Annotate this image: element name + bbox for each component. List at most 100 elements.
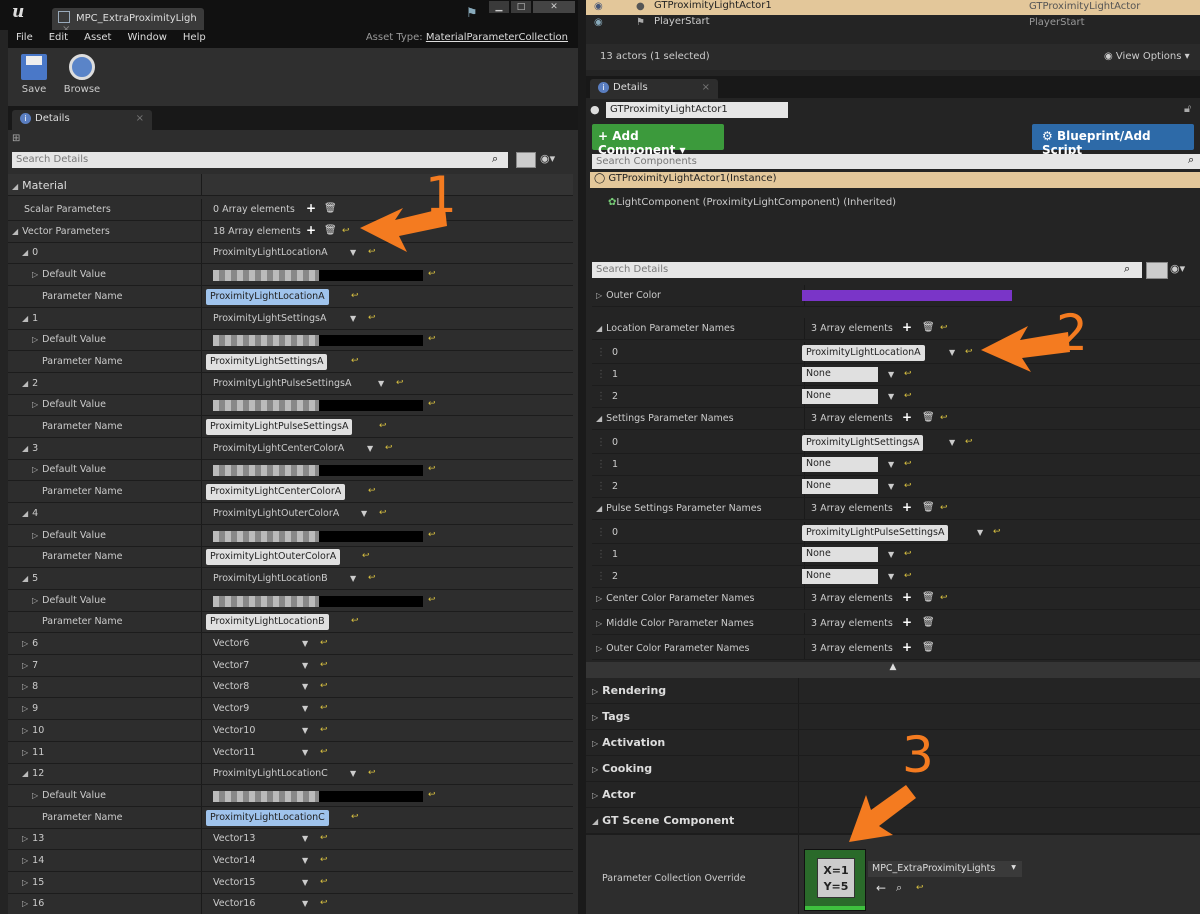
expand-arrow-icon[interactable]: ▷ [32,531,38,540]
drag-handle-icon[interactable]: ⋮ [596,571,606,582]
chevron-down-icon[interactable]: ▼ [949,348,955,357]
add-element-icon[interactable]: + [902,410,912,424]
vector-element-row[interactable]: ◢ 1 ProximityLightSettingsA ▼ ↩ [8,307,573,330]
chevron-down-icon[interactable]: ▼ [302,878,308,887]
chevron-down-icon[interactable]: ▼ [302,899,308,908]
collapse-arrow-icon[interactable]: ◢ [12,227,18,236]
color-swatch[interactable] [213,465,423,477]
vector-element-row[interactable]: ◢ 4 ProximityLightOuterColorA ▼ ↩ [8,502,573,525]
parameter-name-select[interactable]: None [802,389,878,404]
expand-arrow-icon[interactable]: ▷ [22,834,28,843]
trash-icon[interactable]: 🗑︎ [922,412,935,423]
parameter-name-input[interactable]: ProximityLightCenterColorA [206,484,346,501]
view-options-button[interactable]: ◉ View Options ▾ [1104,51,1190,62]
outer-color-parameter-names-row[interactable]: ▷ Outer Color Parameter Names 3 Array elem… [592,638,1200,660]
outliner-row-selected[interactable]: ◉ ● GTProximityLightActor1 GTProximityLi… [586,0,1200,15]
default-value-row[interactable]: ▷ Default Value ↩ [8,394,573,417]
expand-arrow-icon[interactable]: ▷ [596,619,602,628]
vector-element-row[interactable]: ◢ 0 ProximityLightLocationA ▼ ↩ [8,242,573,265]
collapse-arrow-icon[interactable]: ◢ [22,314,28,323]
parameter-name-select[interactable]: ProximityLightPulseSettingsA [802,525,949,541]
collapse-arrow-icon[interactable]: ◢ [592,817,598,826]
reset-to-default-icon[interactable]: ↩ [320,681,328,691]
vector-element-row[interactable]: ◢ 12 ProximityLightLocationC ▼ ↩ [8,763,573,786]
chevron-down-icon[interactable]: ▼ [977,528,983,537]
details-tab[interactable]: i Details × [12,110,152,130]
chevron-down-icon[interactable]: ▼ [361,509,367,518]
reset-to-default-icon[interactable]: ↩ [368,313,376,323]
add-element-icon[interactable]: + [902,615,912,629]
pulse-settings-parameter-names-row[interactable]: ◢ Pulse Settings Parameter Names 3 Array e… [592,498,1200,520]
add-element-icon[interactable]: + [306,223,316,237]
drag-handle-icon[interactable]: ⋮ [596,527,606,538]
collapse-arrow-icon[interactable]: ◢ [596,504,602,513]
reset-to-default-icon[interactable]: ↩ [320,877,328,887]
reset-to-default-icon[interactable]: ↩ [351,812,359,822]
details-tab[interactable]: i Details × [590,79,718,99]
reset-to-default-icon[interactable]: ↩ [351,356,359,366]
reset-to-default-icon[interactable]: ↩ [320,703,328,713]
add-element-icon[interactable]: + [902,640,912,654]
parameter-name-select[interactable]: None [802,569,878,584]
reset-to-default-icon[interactable]: ↩ [428,269,436,279]
expand-arrow-icon[interactable]: ▷ [32,465,38,474]
collapse-arrow-icon[interactable]: ◢ [22,248,28,257]
category-tags[interactable]: ▷ Tags [586,704,1200,730]
light-component-item[interactable]: ✿LightComponent (ProximityLightComponent… [608,197,896,208]
expand-arrow-icon[interactable]: ▷ [32,270,38,279]
close-window-icon[interactable]: ✕ [532,0,576,14]
vector-element-row[interactable]: ▷ 10 Vector10 ▼ ↩ [8,719,573,742]
chevron-down-icon[interactable]: ▼ [378,379,384,388]
add-element-icon[interactable]: + [902,320,912,334]
color-swatch[interactable] [213,595,423,607]
close-tab-icon[interactable]: × [136,113,144,124]
visibility-eye-icon[interactable]: ◉▾ [540,152,555,165]
default-value-row[interactable]: ▷ Default Value ↩ [8,459,573,482]
vector-element-row[interactable]: ▷ 13 Vector13 ▼ ↩ [8,828,573,851]
reset-to-default-icon[interactable]: ↩ [940,413,948,423]
color-swatch[interactable] [213,270,423,282]
blueprint-add-script-button[interactable]: ⚙ Blueprint/Add Script [1032,124,1194,157]
parameter-name-select[interactable]: None [802,457,878,472]
reset-to-default-icon[interactable]: ↩ [342,226,350,236]
reset-to-default-icon[interactable]: ↩ [904,549,912,559]
chevron-down-icon[interactable]: ▼ [888,392,894,401]
reset-to-default-icon[interactable]: ↩ [916,883,924,893]
actor-name-input[interactable]: GTProximityLightActor1 [606,102,788,118]
reset-to-default-icon[interactable]: ↩ [428,464,436,474]
asset-picker-dropdown[interactable]: MPC_ExtraProximityLights ▾ [868,861,1022,877]
reset-to-default-icon[interactable]: ↩ [940,593,948,603]
reset-to-default-icon[interactable]: ↩ [379,421,387,431]
expand-arrow-icon[interactable]: ▷ [592,739,598,748]
chevron-down-icon[interactable]: ▼ [350,574,356,583]
component-instance-item[interactable]: ◯ GTProximityLightActor1(Instance) [590,172,1200,188]
outer-color-swatch[interactable] [802,290,1012,301]
expand-arrow-icon[interactable]: ▷ [22,661,28,670]
parameter-name-select[interactable]: None [802,547,878,562]
default-value-row[interactable]: ▷ Default Value ↩ [8,784,573,807]
collapse-arrow-icon[interactable]: ◢ [22,769,28,778]
reset-to-default-icon[interactable]: ↩ [904,571,912,581]
close-tab-icon[interactable]: × [702,82,710,93]
chevron-down-icon[interactable]: ▼ [888,460,894,469]
category-rendering[interactable]: ▷ Rendering [586,678,1200,704]
reset-to-default-icon[interactable]: ↩ [320,638,328,648]
vector-element-row[interactable]: ◢ 5 ProximityLightLocationB ▼ ↩ [8,567,573,590]
reset-to-default-icon[interactable]: ↩ [993,527,1001,537]
expand-arrow-icon[interactable]: ▷ [22,748,28,757]
menu-file[interactable]: File [8,30,41,45]
trash-icon[interactable]: 🗑︎ [922,592,935,603]
settings-parameter-names-row[interactable]: ◢ Settings Parameter Names 3 Array element… [592,408,1200,430]
reset-to-default-icon[interactable]: ↩ [368,486,376,496]
vector-parameters-row[interactable]: ◢ Vector Parameters 18 Array elements + 🗑︎ ↩ [8,220,573,243]
collapse-arrow-icon[interactable]: ◢ [22,444,28,453]
reset-to-default-icon[interactable]: ↩ [320,833,328,843]
collapse-arrow-icon[interactable]: ◢ [22,379,28,388]
parameter-name-select[interactable]: None [802,479,878,494]
collapse-arrow-icon[interactable]: ◢ [22,574,28,583]
expand-arrow-icon[interactable]: ▷ [596,644,602,653]
expand-arrow-icon[interactable]: ▷ [22,878,28,887]
reset-to-default-icon[interactable]: ↩ [904,459,912,469]
chevron-down-icon[interactable]: ▼ [302,856,308,865]
lock-icon[interactable]: 🔓︎ [1184,102,1191,116]
